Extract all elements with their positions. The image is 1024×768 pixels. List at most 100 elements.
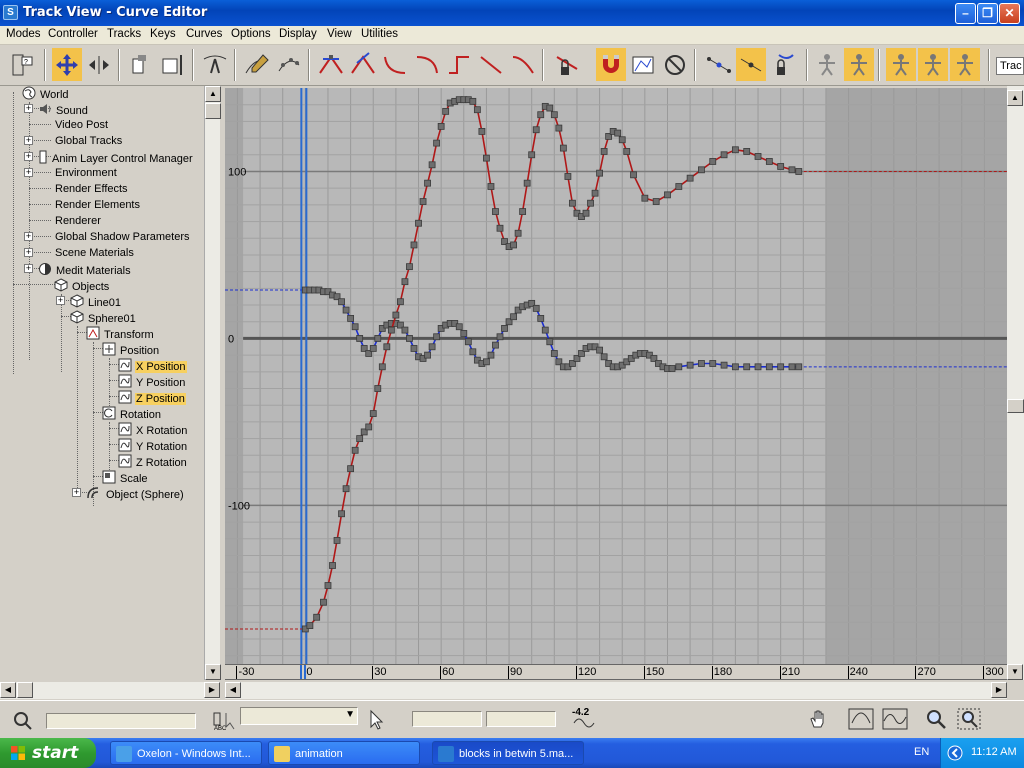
keyframe-point[interactable] [550, 111, 558, 119]
keyframe-point[interactable] [473, 106, 481, 114]
tree-item-transform[interactable]: Transform [86, 326, 155, 341]
keyframe-point[interactable] [564, 173, 572, 180]
scale-keys-button[interactable] [126, 48, 156, 81]
keyframe-point[interactable] [765, 158, 773, 165]
keyframe-point[interactable] [464, 338, 472, 346]
keyframe-point[interactable] [433, 139, 441, 147]
scroll-right-button[interactable]: ▶ [204, 682, 220, 698]
keyframe-point[interactable] [546, 338, 554, 346]
keyframe-point[interactable] [383, 343, 391, 351]
keyframe-point[interactable] [559, 144, 567, 152]
keyframe-point[interactable] [374, 335, 382, 342]
keyframe-point[interactable] [356, 435, 364, 443]
keyframe-point[interactable] [550, 350, 558, 357]
zoom-value-extents-button[interactable] [880, 705, 910, 733]
add-keys-button[interactable] [200, 48, 230, 81]
keyframe-point[interactable] [630, 171, 637, 179]
keyframe-point[interactable] [675, 183, 683, 190]
tree-item-scale[interactable]: Scale [102, 470, 149, 485]
pan-button[interactable] [806, 707, 830, 731]
show-all-tangents-button[interactable] [660, 48, 690, 81]
tree-item-position[interactable]: Position [102, 342, 160, 357]
tree-item-render-effects[interactable]: Render Effects [54, 182, 129, 196]
menu-view[interactable]: View [327, 28, 352, 40]
set-tangents-slow-button[interactable] [412, 48, 442, 81]
keyframe-point[interactable] [392, 311, 400, 319]
keyframe-point[interactable] [731, 146, 739, 154]
keyframe-point[interactable] [428, 343, 436, 351]
keyframe-point[interactable] [582, 209, 590, 217]
frame-field[interactable] [412, 711, 482, 727]
keyframe-point[interactable] [765, 363, 773, 371]
keyframe-point[interactable] [698, 166, 705, 174]
keyframe-point[interactable] [555, 124, 563, 132]
tree-item-y-position[interactable]: Y Position [118, 374, 186, 389]
tree-item-world[interactable]: World [22, 86, 70, 101]
keyframe-point[interactable] [777, 363, 785, 371]
keyframe-point[interactable] [329, 562, 336, 569]
parameter-select[interactable]: ▼ [240, 707, 358, 725]
expand-icon[interactable]: + [24, 232, 33, 241]
graph-scroll-up-button[interactable]: ▲ [1007, 90, 1023, 106]
menu-controller[interactable]: Controller [48, 28, 98, 40]
set-tangents-linear-button[interactable] [476, 48, 506, 81]
expand-icon[interactable]: + [24, 168, 33, 177]
menu-tracks[interactable]: Tracks [107, 28, 141, 40]
keyframe-point[interactable] [369, 345, 377, 352]
tree-scroll-thumb[interactable] [205, 103, 221, 119]
keyframe-point[interactable] [510, 313, 517, 321]
slide-keys-button[interactable] [84, 48, 114, 81]
keyframe-point[interactable] [532, 304, 540, 312]
menu-keys[interactable]: Keys [150, 28, 176, 40]
move-keys-button[interactable] [52, 48, 82, 81]
bip-z-button[interactable] [950, 48, 980, 81]
keyframe-point[interactable] [532, 126, 540, 134]
menu-options[interactable]: Options [231, 28, 271, 40]
show-tangents-button[interactable] [704, 48, 734, 81]
keyframe-point[interactable] [313, 613, 321, 621]
keyframe-point[interactable] [424, 351, 431, 359]
keyframe-point[interactable] [754, 153, 762, 160]
keyframe-point[interactable] [510, 241, 517, 249]
keyframe-point[interactable] [754, 363, 762, 371]
tree-item-scene-materials[interactable]: Scene Materials [54, 246, 135, 260]
keyframe-point[interactable] [342, 485, 350, 493]
keyframe-point[interactable] [347, 314, 355, 322]
draw-curves-button[interactable] [242, 48, 272, 81]
tree-vertical-scrollbar[interactable]: ▲ ▼ [204, 86, 221, 680]
keyframe-point[interactable] [401, 326, 409, 334]
keyframe-point[interactable] [487, 183, 495, 190]
keyframe-point[interactable] [351, 446, 359, 454]
keyframe-point[interactable] [342, 306, 350, 314]
graph-scroll-down-button[interactable]: ▼ [1007, 664, 1023, 680]
keyframe-point[interactable] [347, 465, 355, 473]
keyframe-point[interactable] [514, 229, 522, 237]
zoom-selected-object-button[interactable] [10, 709, 36, 731]
tree-item-object-sphere[interactable]: Object (Sphere) [86, 486, 185, 501]
scroll-left-button[interactable]: ◀ [0, 682, 16, 698]
keyframe-point[interactable] [483, 358, 490, 366]
minimize-button[interactable]: – [955, 3, 976, 24]
keyframe-point[interactable] [537, 111, 545, 119]
keyframe-point[interactable] [686, 174, 694, 182]
keyframe-point[interactable] [424, 179, 431, 187]
keyframe-point[interactable] [324, 582, 332, 589]
expand-icon[interactable]: + [24, 104, 33, 113]
zoom-region-button[interactable] [956, 707, 982, 731]
keyframe-point[interactable] [664, 191, 671, 199]
tree-item-medit-materials[interactable]: Medit Materials [38, 262, 132, 277]
lock-tangents-button[interactable] [552, 48, 582, 81]
keyframe-point[interactable] [596, 169, 603, 177]
keyframe-point[interactable] [668, 365, 676, 372]
keyframe-point[interactable] [419, 198, 427, 205]
keyframe-point[interactable] [306, 622, 314, 629]
keyframe-point[interactable] [351, 323, 359, 331]
keyframe-point[interactable] [433, 333, 441, 341]
keyframe-point[interactable] [492, 208, 499, 215]
tree-item-x-position[interactable]: X Position [118, 358, 187, 373]
keyframe-point[interactable] [378, 363, 386, 371]
tree-hscroll-thumb[interactable] [17, 682, 33, 698]
set-tangents-auto-button[interactable] [316, 48, 346, 81]
task-blocks-max[interactable]: blocks in betwin 5.ma... [432, 741, 584, 765]
keyframe-point[interactable] [469, 348, 477, 356]
